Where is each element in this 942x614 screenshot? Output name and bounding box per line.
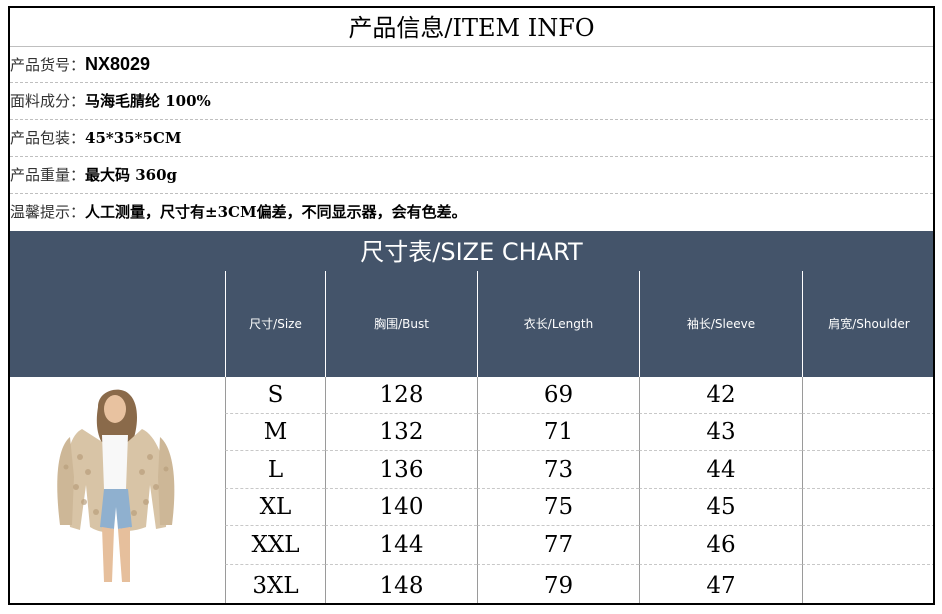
sheet-title: 产品信息/ITEM INFO: [10, 8, 933, 47]
material-label: 面料成分：: [10, 92, 86, 110]
package-label: 产品包装：: [10, 129, 86, 147]
material-value: 马海毛腈纶 100%: [85, 92, 211, 110]
product-photo: [10, 377, 226, 603]
cell-sleeve: 46: [639, 526, 802, 565]
cell-shoulder: [802, 526, 933, 565]
note-label: 温馨提示：: [10, 203, 86, 221]
info-row-weight: 产品重量：最大码 360g: [10, 157, 933, 194]
package-value: 45*35*5CM: [85, 129, 182, 147]
cell-bust: 136: [325, 451, 477, 489]
weight-label: 产品重量：: [10, 166, 86, 184]
cell-size: M: [225, 414, 325, 451]
product-info-sheet: 产品信息/ITEM INFO 产品货号：NX8029 面料成分：马海毛腈纶 10…: [8, 6, 935, 605]
info-row-material: 面料成分：马海毛腈纶 100%: [10, 83, 933, 120]
item-no-label: 产品货号：: [10, 56, 86, 74]
note-value: 人工测量，尺寸有±3CM偏差，不同显示器，会有色差。: [85, 203, 467, 221]
cell-shoulder: [802, 565, 933, 603]
header-length: 衣长/Length: [477, 271, 639, 377]
cell-length: 79: [477, 565, 639, 603]
size-chart-header-blank: [10, 271, 225, 377]
header-sleeve: 袖长/Sleeve: [639, 271, 802, 377]
header-shoulder: 肩宽/Shoulder: [802, 271, 933, 377]
cell-shoulder: [802, 377, 933, 414]
cell-length: 73: [477, 451, 639, 489]
cell-size: XL: [225, 489, 325, 526]
info-row-note: 温馨提示：人工测量，尺寸有±3CM偏差，不同显示器，会有色差。: [10, 194, 933, 231]
weight-value: 最大码 360g: [85, 166, 178, 184]
cell-length: 77: [477, 526, 639, 565]
item-no-value: NX8029: [85, 54, 151, 74]
header-size: 尺寸/Size: [225, 271, 325, 377]
size-chart-title: 尺寸表/SIZE CHART: [10, 231, 933, 271]
cell-size: L: [225, 451, 325, 489]
cell-sleeve: 42: [639, 377, 802, 414]
cell-sleeve: 45: [639, 489, 802, 526]
cell-length: 75: [477, 489, 639, 526]
cell-sleeve: 47: [639, 565, 802, 603]
cell-size: 3XL: [225, 565, 325, 603]
cell-bust: 148: [325, 565, 477, 603]
cell-shoulder: [802, 451, 933, 489]
info-row-item-no: 产品货号：NX8029: [10, 46, 933, 83]
cell-bust: 144: [325, 526, 477, 565]
cell-bust: 140: [325, 489, 477, 526]
cell-length: 69: [477, 377, 639, 414]
header-bust: 胸围/Bust: [325, 271, 477, 377]
cell-sleeve: 44: [639, 451, 802, 489]
cell-sleeve: 43: [639, 414, 802, 451]
cell-shoulder: [802, 489, 933, 526]
cell-length: 71: [477, 414, 639, 451]
cardigan-model-image: [57, 389, 175, 582]
cell-shoulder: [802, 414, 933, 451]
cell-bust: 132: [325, 414, 477, 451]
info-row-package: 产品包装：45*35*5CM: [10, 120, 933, 157]
cell-bust: 128: [325, 377, 477, 414]
cell-size: XXL: [225, 526, 325, 565]
cell-size: S: [225, 377, 325, 414]
